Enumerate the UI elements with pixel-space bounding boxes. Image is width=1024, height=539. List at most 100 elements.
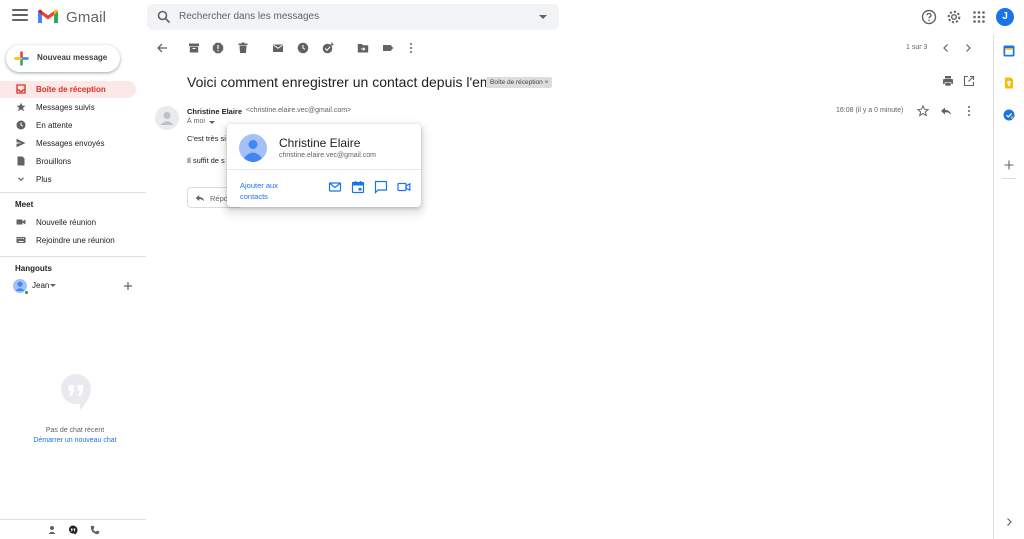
sidebar-item-inbox[interactable]: Boîte de réception <box>0 81 136 98</box>
inbox-label-chip[interactable]: Boîte de réception × <box>486 77 553 88</box>
person-icon[interactable] <box>47 525 57 535</box>
contact-avatar-icon <box>239 134 267 162</box>
sidebar-item-starred[interactable]: Messages suivis <box>0 99 136 116</box>
chevron-left-icon[interactable] <box>940 42 952 54</box>
chevron-right-icon[interactable] <box>962 42 974 54</box>
compose-button[interactable]: Nouveau message <box>6 45 120 72</box>
search-options-icon[interactable] <box>539 15 547 19</box>
sidebar-divider <box>0 256 146 257</box>
draft-icon <box>17 156 25 166</box>
sidebar-item-label: Rejoindre une réunion <box>36 236 115 245</box>
settings-icon[interactable] <box>946 9 962 25</box>
star-icon <box>16 102 26 112</box>
contact-hover-card: Christine Elaire christine.elaire.vec@gm… <box>227 124 421 207</box>
calendar-app-icon[interactable] <box>1003 45 1015 57</box>
open-new-window-icon[interactable] <box>963 75 975 87</box>
print-icon[interactable] <box>942 75 954 87</box>
hangouts-bottom-bar <box>0 519 146 539</box>
snooze-icon[interactable] <box>297 42 309 54</box>
tasks-app-icon[interactable] <box>1003 109 1015 121</box>
app-name: Gmail <box>66 9 107 26</box>
sidebar-item-join-meeting[interactable]: Rejoindre une réunion <box>0 232 136 249</box>
sidebar-item-label: Messages suivis <box>36 103 95 112</box>
keyboard-icon <box>16 237 26 243</box>
report-spam-icon[interactable] <box>212 42 224 54</box>
sender-name[interactable]: Christine Elaire <box>187 107 242 116</box>
email-body-line: Il suffit de s <box>187 156 225 165</box>
chat-bubble-icon <box>61 374 91 410</box>
move-to-icon[interactable] <box>357 42 369 54</box>
keep-app-icon[interactable] <box>1003 77 1015 89</box>
mark-unread-icon[interactable] <box>272 42 284 54</box>
chevron-right-icon[interactable] <box>1003 516 1015 528</box>
videocam-icon <box>16 219 26 225</box>
sidebar-divider <box>0 192 146 193</box>
search-bar[interactable]: Rechercher dans les messages <box>147 4 559 30</box>
sender-avatar[interactable] <box>155 106 179 130</box>
account-avatar[interactable]: J <box>996 8 1014 26</box>
phone-icon[interactable] <box>90 525 100 535</box>
card-divider <box>227 169 421 170</box>
main-menu-button[interactable] <box>12 9 28 23</box>
caret-down-icon[interactable] <box>50 284 56 287</box>
more-vert-icon[interactable] <box>405 42 417 54</box>
sidebar-item-snoozed[interactable]: En attente <box>0 117 136 134</box>
sidebar-item-label: Brouillons <box>36 157 72 166</box>
calendar-icon[interactable] <box>351 180 365 194</box>
sidebar-item-label: Messages envoyés <box>36 139 105 148</box>
archive-icon[interactable] <box>188 42 200 54</box>
online-status-icon <box>24 290 29 295</box>
plus-icon <box>14 51 29 66</box>
add-chat-icon[interactable] <box>123 281 133 291</box>
search-input[interactable]: Rechercher dans les messages <box>179 11 319 22</box>
caret-down-icon[interactable] <box>209 121 215 124</box>
meet-section-title: Meet <box>15 200 34 209</box>
star-icon[interactable] <box>917 105 929 117</box>
label-icon[interactable] <box>382 42 394 54</box>
contact-name: Christine Elaire <box>279 136 361 150</box>
start-new-chat-link[interactable]: Démarrer un nouveau chat <box>0 437 150 444</box>
email-subject: Voici comment enregistrer un contact dep… <box>187 74 506 90</box>
search-icon[interactable] <box>157 10 171 24</box>
top-bar: Gmail Rechercher dans les messages J <box>0 0 1024 34</box>
email-timestamp: 16:08 (il y a 0 minute) <box>836 107 904 114</box>
side-panel <box>993 34 1024 539</box>
apps-grid-icon[interactable] <box>971 9 987 25</box>
email-body-line: C'est très si <box>187 134 226 143</box>
sidebar-item-sent[interactable]: Messages envoyés <box>0 135 136 152</box>
add-addon-icon[interactable] <box>1003 159 1015 171</box>
contact-email: christine.elaire.vec@gmail.com <box>279 152 376 159</box>
inbox-icon <box>16 84 26 94</box>
compose-label: Nouveau message <box>37 53 108 62</box>
sidebar-item-drafts[interactable]: Brouillons <box>0 153 136 170</box>
reply-icon <box>195 195 205 202</box>
add-task-icon[interactable] <box>322 42 334 54</box>
sidebar-item-label: Plus <box>36 175 52 184</box>
delete-icon[interactable] <box>237 42 249 54</box>
hangouts-icon[interactable] <box>68 525 78 535</box>
back-arrow-icon[interactable] <box>156 42 168 54</box>
more-vert-icon[interactable] <box>963 105 975 117</box>
sidebar-item-label: Boîte de réception <box>36 85 106 94</box>
email-icon[interactable] <box>328 180 342 194</box>
add-to-contacts-link[interactable]: Ajouter aux contacts <box>240 180 300 202</box>
sidebar-item-more[interactable]: Plus <box>0 171 136 188</box>
clock-icon <box>16 120 26 130</box>
no-recent-chat-text: Pas de chat récent <box>45 427 105 434</box>
hangouts-user-name[interactable]: Jean <box>32 281 49 290</box>
sidebar-item-label: Nouvelle réunion <box>36 218 97 227</box>
sender-email: <christine.elaire.vec@gmail.com> <box>246 107 352 114</box>
person-icon <box>160 112 174 125</box>
recipient-text: À moi <box>187 118 205 125</box>
chat-icon[interactable] <box>374 180 388 194</box>
gmail-logo[interactable] <box>37 8 59 24</box>
video-call-icon[interactable] <box>397 180 411 194</box>
sidebar-item-label: En attente <box>36 121 73 130</box>
pager-text: 1 sur 3 <box>906 44 928 51</box>
sidebar-item-new-meeting[interactable]: Nouvelle réunion <box>0 214 136 231</box>
side-panel-divider <box>1002 178 1016 179</box>
send-icon <box>16 138 26 148</box>
help-icon[interactable] <box>921 9 937 25</box>
reply-icon[interactable] <box>940 105 952 117</box>
hangouts-section-title: Hangouts <box>15 264 52 273</box>
